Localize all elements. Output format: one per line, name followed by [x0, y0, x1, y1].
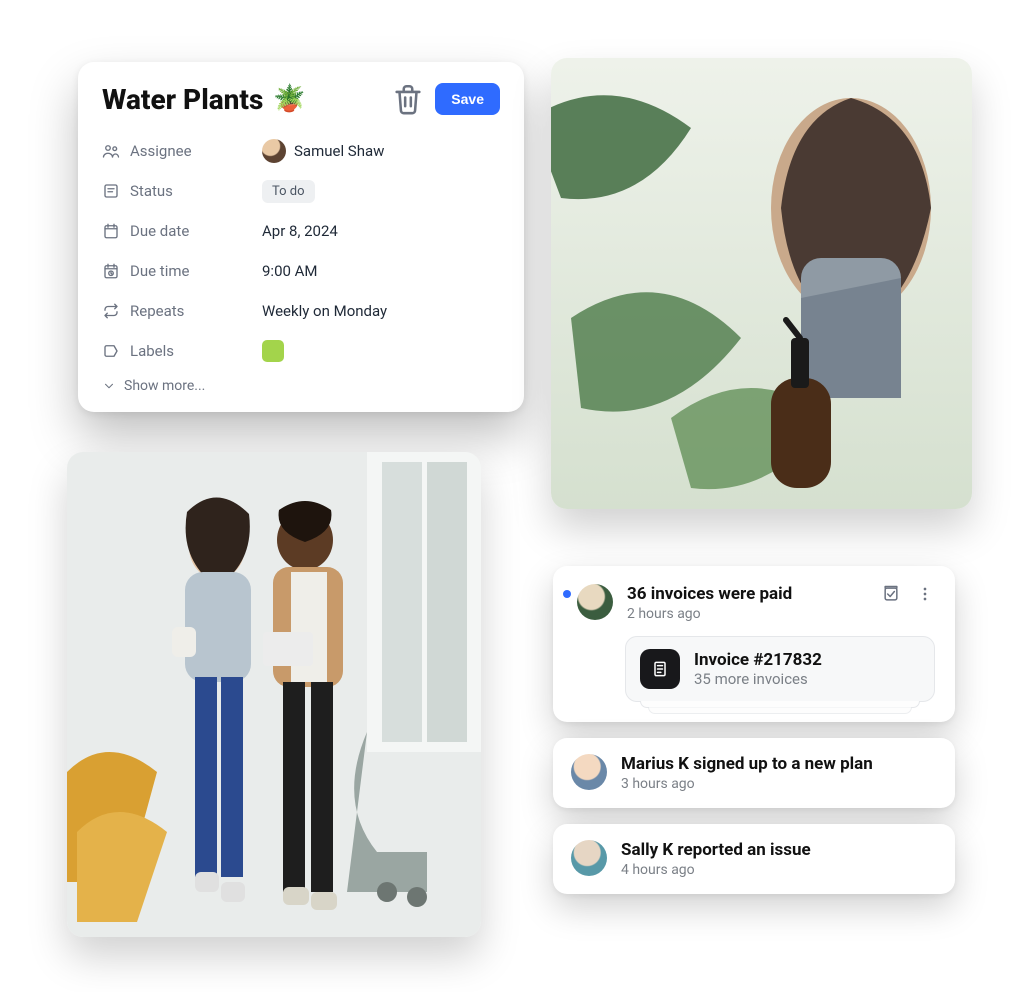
repeats-row[interactable]: Repeats Weekly on Monday [102, 294, 500, 328]
notification-invoices[interactable]: 36 invoices were paid 2 hours ago Invoic… [553, 566, 955, 722]
save-button[interactable]: Save [435, 83, 500, 115]
repeat-icon [102, 302, 120, 320]
notification-time: 3 hours ago [621, 776, 937, 792]
task-card: Water Plants 🪴 Save Assignee Samuel Shaw… [78, 62, 524, 412]
mark-read-icon[interactable] [881, 584, 901, 604]
notification-title: Sally K reported an issue [621, 840, 937, 860]
task-header: Water Plants 🪴 Save [102, 82, 500, 116]
receipt-icon [640, 649, 680, 689]
assignee-avatar [262, 139, 286, 163]
assignee-row[interactable]: Assignee Samuel Shaw [102, 134, 500, 168]
status-row[interactable]: Status To do [102, 174, 500, 208]
calendar-icon [102, 222, 120, 240]
notification-signup[interactable]: Marius K signed up to a new plan 3 hours… [553, 738, 955, 808]
delete-button[interactable] [391, 82, 425, 116]
due-time-row[interactable]: Due time 9:00 AM [102, 254, 500, 288]
unread-dot-icon [563, 590, 571, 598]
more-icon[interactable] [915, 584, 935, 604]
calendar-clock-icon [102, 262, 120, 280]
status-icon [102, 182, 120, 200]
due-date-label: Due date [130, 222, 189, 240]
image-colleagues [67, 452, 481, 937]
avatar [571, 840, 607, 876]
repeats-label: Repeats [130, 302, 184, 320]
notification-title: Marius K signed up to a new plan [621, 754, 937, 774]
trash-icon [391, 82, 425, 116]
due-date-value: Apr 8, 2024 [262, 222, 338, 240]
people-icon [102, 142, 120, 160]
task-title: Water Plants [102, 83, 263, 116]
label-color-swatch[interactable] [262, 340, 284, 362]
assignee-label: Assignee [130, 142, 192, 160]
due-time-value: 9:00 AM [262, 262, 318, 280]
avatar [571, 754, 607, 790]
due-time-label: Due time [130, 262, 189, 280]
show-more-label: Show more... [124, 378, 205, 394]
notification-issue[interactable]: Sally K reported an issue 4 hours ago [553, 824, 955, 894]
status-label: Status [130, 182, 173, 200]
image-watering-plants [551, 58, 972, 509]
notification-title: 36 invoices were paid [627, 584, 867, 604]
show-more-button[interactable]: Show more... [102, 378, 500, 394]
assignee-value: Samuel Shaw [294, 142, 384, 160]
invoice-subtitle: 35 more invoices [694, 670, 822, 688]
chevron-down-icon [102, 379, 116, 393]
notifications-panel: 36 invoices were paid 2 hours ago Invoic… [553, 566, 955, 894]
notification-time: 4 hours ago [621, 862, 937, 878]
status-badge: To do [262, 180, 315, 203]
notification-time: 2 hours ago [627, 606, 867, 622]
due-date-row[interactable]: Due date Apr 8, 2024 [102, 214, 500, 248]
avatar [577, 584, 613, 620]
invoice-stack[interactable]: Invoice #217832 35 more invoices [625, 636, 935, 702]
repeats-value: Weekly on Monday [262, 302, 387, 320]
labels-label: Labels [130, 342, 174, 360]
plant-emoji-icon: 🪴 [273, 84, 305, 114]
tag-icon [102, 342, 120, 360]
invoice-title: Invoice #217832 [694, 650, 822, 670]
labels-row[interactable]: Labels [102, 334, 500, 368]
